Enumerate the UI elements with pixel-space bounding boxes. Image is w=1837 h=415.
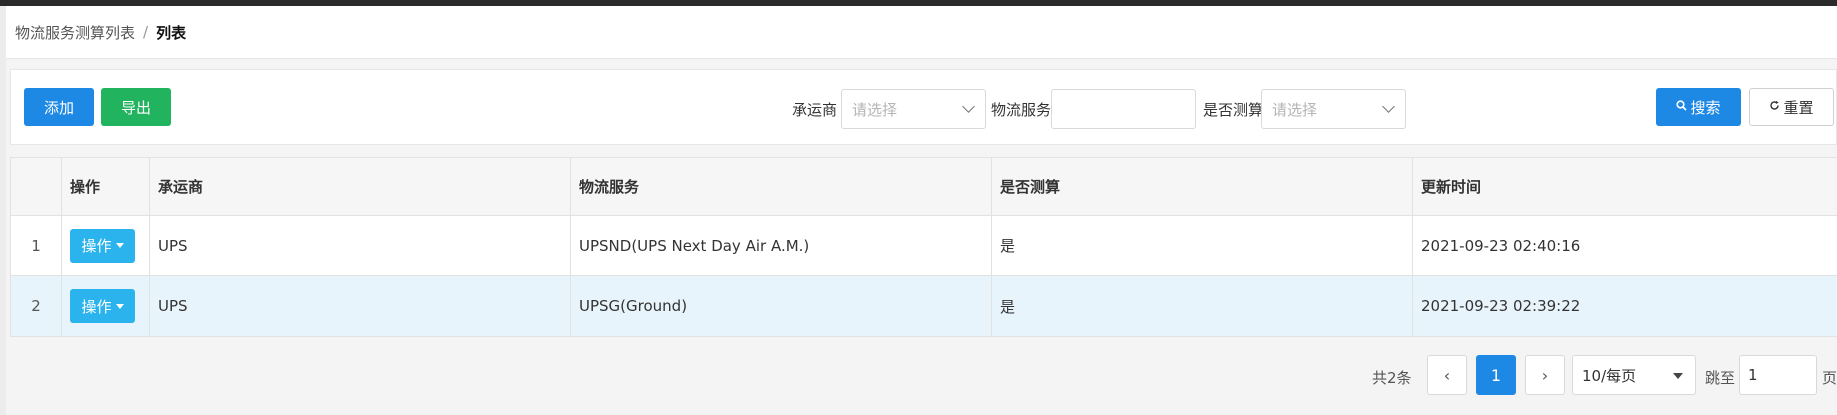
filter-toolbar: 添加 导出 承运商 请选择 物流服务 是否测算 请选择 搜索 重置 [10, 69, 1837, 145]
row-action-dropdown-button[interactable]: 操作 [70, 289, 135, 323]
service-input[interactable] [1051, 89, 1196, 129]
service-cell: UPSG(Ground) [571, 276, 992, 336]
row-index: 2 [11, 276, 62, 336]
calculated-filter-label: 是否测算 [1203, 101, 1264, 119]
carrier-cell: UPS [150, 216, 571, 275]
pagination-total: 共2条 [1372, 369, 1412, 387]
pagination-next-button[interactable]: › [1525, 355, 1565, 395]
search-button-label: 搜索 [1690, 98, 1721, 117]
table-row[interactable]: 1 操作 UPS UPSND(UPS Next Day Air A.M.) 是 … [11, 216, 1837, 276]
carrier-select-placeholder: 请选择 [852, 100, 898, 119]
chevron-down-icon [962, 100, 975, 113]
breadcrumb-current: 列表 [156, 23, 187, 42]
carrier-cell: UPS [150, 276, 571, 336]
calculated-cell: 是 [992, 276, 1413, 336]
action-cell: 操作 [62, 276, 150, 336]
page: 物流服务测算列表 / 列表 添加 导出 承运商 请选择 物流服务 是否测算 请选… [6, 6, 1837, 415]
row-action-label: 操作 [81, 237, 112, 255]
caret-down-icon [1673, 373, 1683, 379]
search-button[interactable]: 搜索 [1656, 88, 1741, 126]
calculated-cell: 是 [992, 216, 1413, 275]
pagination-page-button[interactable]: 1 [1476, 355, 1516, 395]
row-index: 1 [11, 216, 62, 275]
row-action-dropdown-button[interactable]: 操作 [70, 228, 135, 263]
reset-button[interactable]: 重置 [1749, 88, 1834, 126]
page-size-value: 10/每页 [1582, 366, 1637, 385]
breadcrumb: 物流服务测算列表 / 列表 [6, 6, 1837, 59]
goto-page-input[interactable]: 1 [1739, 355, 1817, 395]
chevron-down-icon [1382, 100, 1395, 113]
column-header-index [11, 158, 62, 215]
table-header-row: 操作 承运商 物流服务 是否测算 更新时间 [11, 158, 1837, 216]
column-header-action: 操作 [62, 158, 150, 215]
add-button[interactable]: 添加 [24, 88, 94, 126]
caret-down-icon [115, 243, 124, 248]
calculated-select[interactable]: 请选择 [1261, 89, 1406, 129]
breadcrumb-parent-link[interactable]: 物流服务测算列表 [15, 22, 135, 43]
column-header-carrier[interactable]: 承运商 [150, 158, 571, 215]
caret-down-icon [115, 303, 124, 309]
column-header-updated[interactable]: 更新时间 [1413, 158, 1837, 215]
goto-label: 跳至 [1705, 369, 1736, 387]
updated-time-cell: 2021-09-23 02:39:22 [1421, 297, 1581, 315]
service-cell: UPSND(UPS Next Day Air A.M.) [571, 216, 992, 275]
column-header-calculated[interactable]: 是否测算 [992, 158, 1413, 215]
updated-time-cell: 2021-09-23 02:40:16 [1421, 236, 1581, 255]
table-row[interactable]: 2 操作 UPS UPSG(Ground) 是 2021-09-23 02:39… [11, 276, 1837, 336]
action-cell: 操作 [62, 216, 150, 275]
export-button[interactable]: 导出 [101, 88, 171, 126]
carrier-filter-label: 承运商 [792, 101, 838, 119]
search-icon [1676, 99, 1688, 115]
results-table: 操作 承运商 物流服务 是否测算 更新时间 1 操作 UPS UPSND(UPS… [10, 157, 1837, 337]
breadcrumb-separator: / [143, 23, 149, 41]
page-size-select[interactable]: 10/每页 [1572, 355, 1696, 395]
row-action-label: 操作 [81, 297, 112, 316]
pagination-prev-button[interactable]: ‹ [1427, 355, 1467, 395]
column-header-service[interactable]: 物流服务 [571, 158, 992, 215]
calculated-select-placeholder: 请选择 [1272, 100, 1318, 119]
refresh-icon [1769, 100, 1780, 115]
carrier-select[interactable]: 请选择 [841, 89, 986, 129]
page-unit-label: 页 [1822, 369, 1837, 387]
service-filter-label: 物流服务 [991, 101, 1052, 119]
reset-button-label: 重置 [1783, 98, 1814, 117]
